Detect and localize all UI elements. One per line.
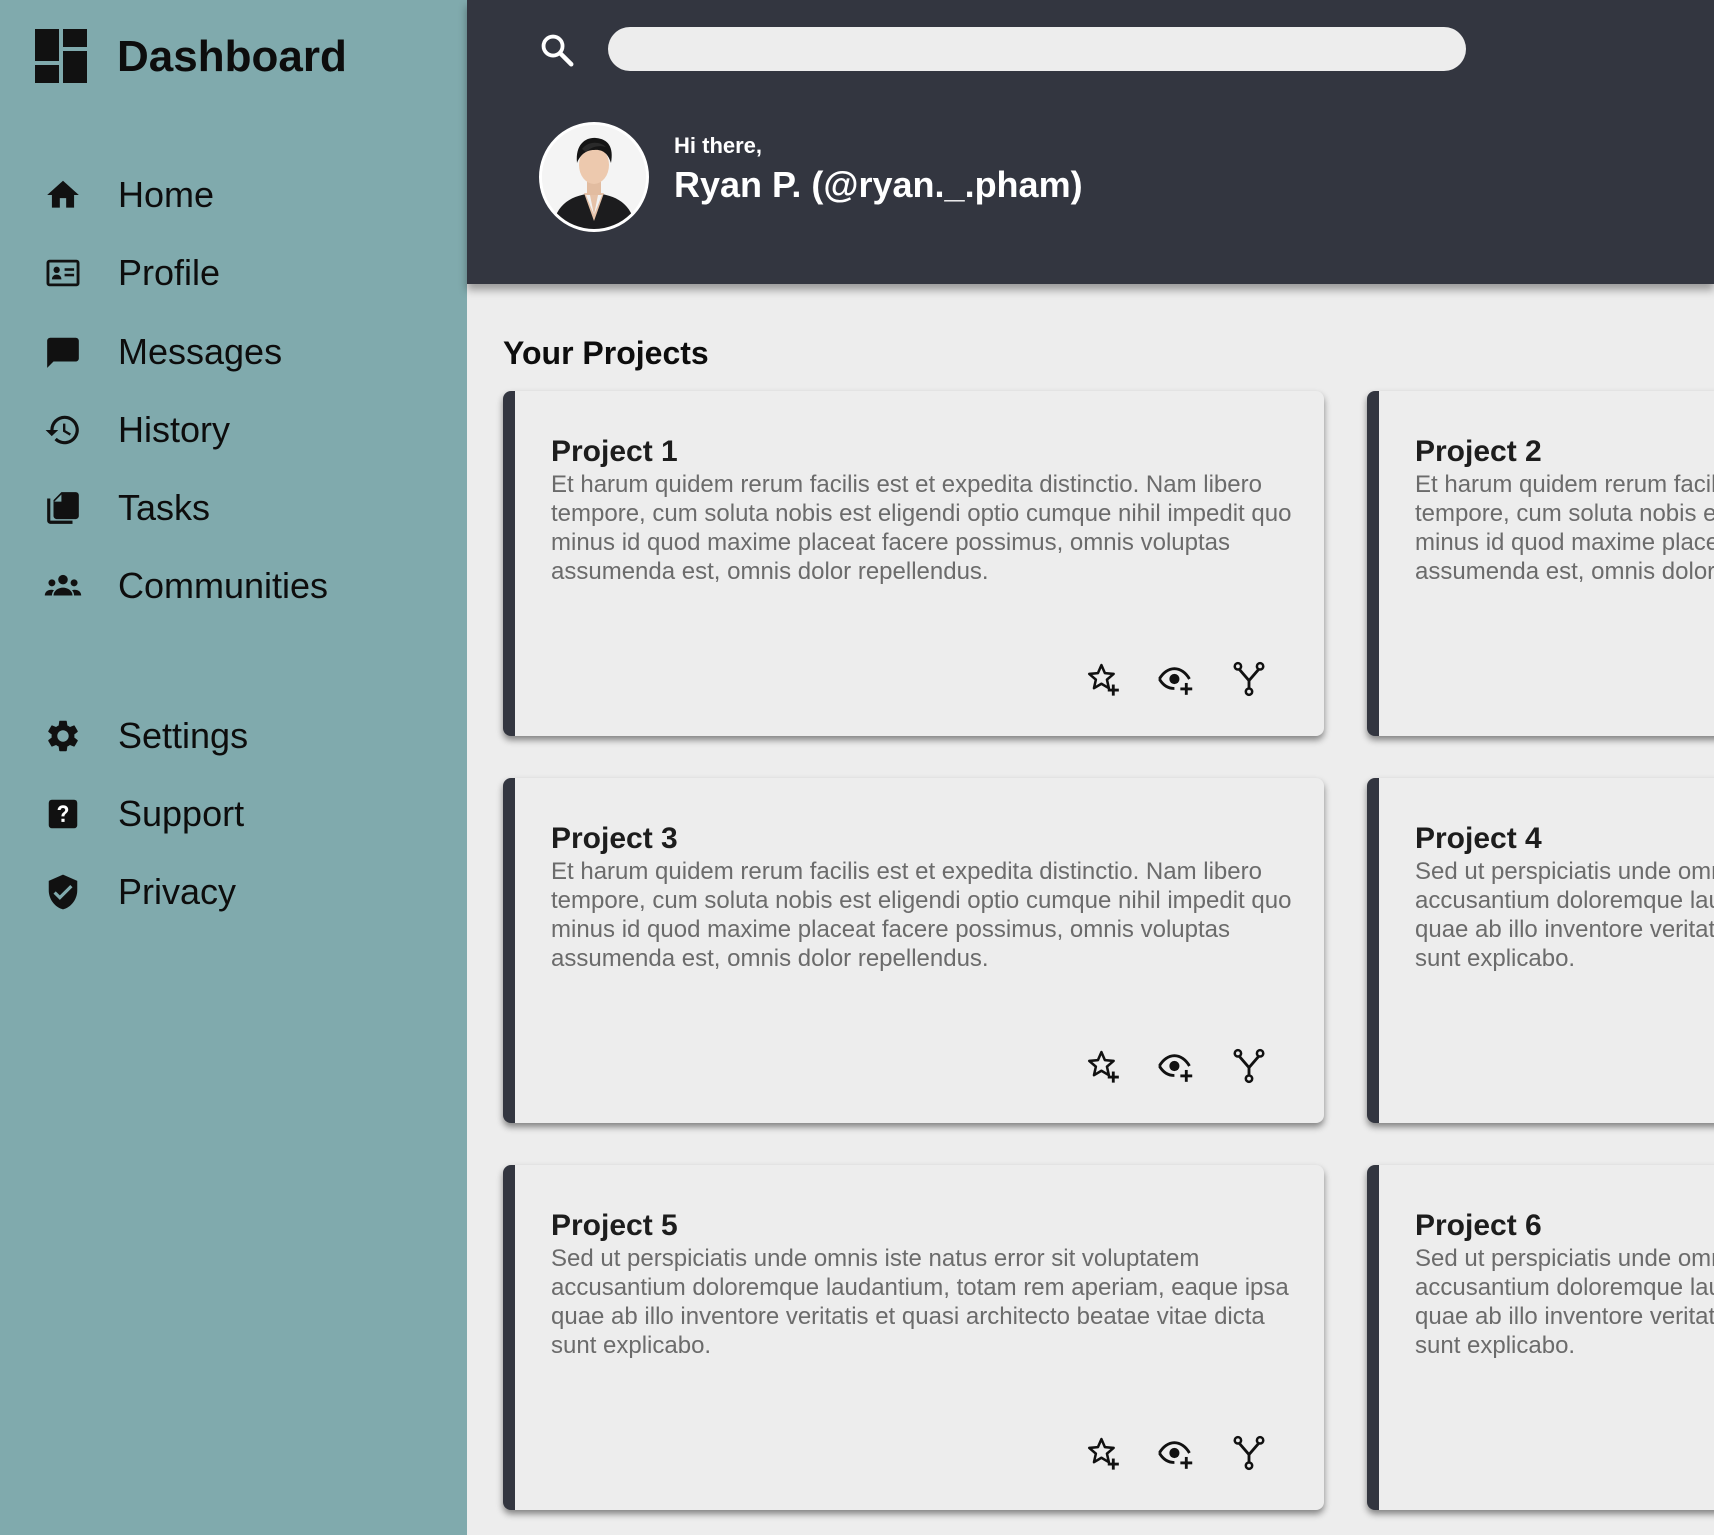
star-add-icon[interactable] — [1083, 1046, 1123, 1086]
project-title: Project 4 — [1415, 822, 1542, 855]
app-root: Dashboard Home Profile Messages History — [0, 0, 1714, 1535]
project-card[interactable]: Project 3 Et harum quidem rerum facilis … — [503, 778, 1324, 1123]
help-icon — [42, 793, 84, 835]
nav-item-privacy[interactable]: Privacy — [42, 867, 236, 917]
message-icon — [42, 331, 84, 373]
project-description: Sed ut perspiciatis unde omnis iste natu… — [1415, 858, 1714, 972]
communities-icon — [42, 565, 84, 607]
project-description: Et harum quidem rerum facilis est et exp… — [1415, 471, 1714, 585]
fork-icon[interactable] — [1229, 1046, 1269, 1086]
watch-icon[interactable] — [1156, 659, 1196, 699]
brand-title: Dashboard — [117, 32, 347, 81]
project-description: Sed ut perspiciatis unde omnis iste natu… — [1415, 1245, 1714, 1359]
project-title: Project 1 — [551, 435, 678, 468]
project-description: Et harum quidem rerum facilis est et exp… — [551, 471, 1292, 585]
project-card[interactable]: Project 6 Sed ut perspiciatis unde omnis… — [1367, 1165, 1714, 1510]
card-actions — [1083, 659, 1269, 699]
nav-label: Messages — [118, 331, 283, 372]
nav-label: History — [118, 409, 231, 450]
sidebar: Dashboard Home Profile Messages History — [0, 0, 467, 1535]
nav-label: Communities — [118, 565, 329, 606]
star-add-icon[interactable] — [1083, 1433, 1123, 1473]
project-title: Project 5 — [551, 1209, 678, 1242]
project-card[interactable]: Project 2 Et harum quidem rerum facilis … — [1367, 391, 1714, 736]
project-card[interactable]: Project 5 Sed ut perspiciatis unde omnis… — [503, 1165, 1324, 1510]
user-name: Ryan P. (@ryan._.pham) — [674, 164, 1083, 205]
project-card[interactable]: Project 1 Et harum quidem rerum facilis … — [503, 391, 1324, 736]
star-add-icon[interactable] — [1083, 659, 1123, 699]
nav-label: Home — [118, 174, 215, 215]
nav-item-tasks[interactable]: Tasks — [42, 483, 210, 533]
home-icon — [42, 174, 84, 216]
tasks-icon — [42, 487, 84, 529]
nav-item-settings[interactable]: Settings — [42, 711, 248, 761]
avatar-image — [542, 125, 646, 229]
shield-icon — [42, 871, 84, 913]
fork-icon[interactable] — [1229, 1433, 1269, 1473]
header: Hi there, Ryan P. (@ryan._.pham) — [467, 0, 1714, 284]
search-icon[interactable] — [538, 31, 576, 69]
nav-label: Settings — [118, 715, 249, 756]
nav-item-messages[interactable]: Messages — [42, 327, 282, 377]
gear-icon — [42, 715, 84, 757]
card-actions — [1083, 1046, 1269, 1086]
project-description: Et harum quidem rerum facilis est et exp… — [551, 858, 1292, 972]
nav-item-profile[interactable]: Profile — [42, 248, 220, 298]
greeting-text: Hi there, — [674, 133, 763, 158]
nav-item-home[interactable]: Home — [42, 170, 214, 220]
nav-label: Privacy — [118, 871, 237, 912]
section-title: Your Projects — [503, 335, 709, 371]
project-title: Project 3 — [551, 822, 678, 855]
nav-label: Tasks — [118, 487, 211, 528]
search-input[interactable] — [608, 27, 1466, 71]
brand[interactable]: Dashboard — [35, 28, 347, 86]
project-title: Project 6 — [1415, 1209, 1542, 1242]
nav-label: Support — [118, 793, 245, 834]
nav-item-support[interactable]: Support — [42, 789, 244, 839]
project-title: Project 2 — [1415, 435, 1542, 468]
dashboard-icon — [35, 29, 87, 83]
nav-item-history[interactable]: History — [42, 405, 230, 455]
project-description: Sed ut perspiciatis unde omnis iste natu… — [551, 1245, 1289, 1359]
watch-icon[interactable] — [1156, 1046, 1196, 1086]
project-card[interactable]: Project 4 Sed ut perspiciatis unde omnis… — [1367, 778, 1714, 1123]
avatar[interactable] — [539, 122, 649, 232]
watch-icon[interactable] — [1156, 1433, 1196, 1473]
main-content: Your Projects Project 1 Et harum quidem … — [467, 284, 1714, 1535]
nav-item-communities[interactable]: Communities — [42, 561, 328, 611]
id-card-icon — [42, 252, 84, 294]
history-icon — [42, 409, 84, 451]
fork-icon[interactable] — [1229, 659, 1269, 699]
card-actions — [1083, 1433, 1269, 1473]
nav-label: Profile — [118, 252, 221, 293]
